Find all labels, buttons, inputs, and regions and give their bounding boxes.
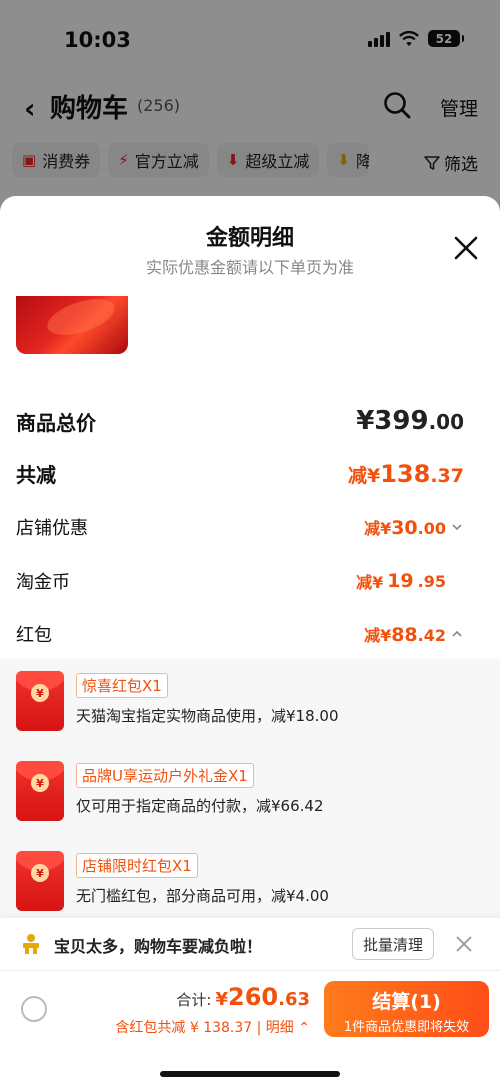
total-amount: 合计: ¥260.63 xyxy=(176,983,310,1011)
total-price-label: 商品总价 xyxy=(16,410,96,435)
row-total-price: 商品总价 ¥399.00 xyxy=(16,406,464,436)
red-packet-icon: ¥ xyxy=(16,671,64,731)
sheet-subtitle: 实际优惠金额请以下单页为准 xyxy=(145,258,354,277)
close-icon[interactable] xyxy=(452,234,480,262)
total-reduce-label: 共减 xyxy=(16,463,56,487)
chevron-up-icon: ⌃ xyxy=(298,1020,310,1036)
row-taojinbi: 淘金币 减¥ 19.95 xyxy=(16,568,464,594)
list-item: ¥ 惊喜红包X1 天猫淘宝指定实物商品使用，减¥18.00 xyxy=(16,671,476,751)
chevron-up-icon xyxy=(452,630,462,637)
taojinbi-label: 淘金币 xyxy=(16,572,70,593)
product-thumbnail[interactable] xyxy=(16,296,128,354)
list-item: ¥ 品牌U享运动户外礼金X1 仅可用于指定商品的付款，减¥66.42 xyxy=(16,761,476,841)
hongbao-value: 减¥88.42 xyxy=(364,622,464,646)
batch-clean-button[interactable]: 批量清理 xyxy=(352,928,434,960)
total-price-value: ¥399.00 xyxy=(356,406,464,436)
red-packet-tag: 店铺限时红包X1 xyxy=(76,853,198,878)
total-reduce-value: 减¥138.37 xyxy=(347,459,464,488)
home-indicator xyxy=(160,1071,340,1077)
row-hongbao[interactable]: 红包 减¥88.42 xyxy=(16,621,464,647)
checkout-button[interactable]: 结算(1) 1件商品优惠即将失效 xyxy=(324,981,489,1037)
red-packet-desc: 无门槛红包，部分商品可用，减¥4.00 xyxy=(76,887,329,905)
red-packet-icon: ¥ xyxy=(16,851,64,911)
chevron-down-icon xyxy=(452,524,462,531)
broom-icon xyxy=(23,934,39,954)
row-store-discount[interactable]: 店铺优惠 减¥30.00 xyxy=(16,514,464,540)
detail-toggle[interactable]: 含红包共减 ¥ 138.37 | 明细 ⌃ xyxy=(115,1017,310,1037)
red-packet-list: ¥ 惊喜红包X1 天猫淘宝指定实物商品使用，减¥18.00 ¥ 品牌U享运动户外… xyxy=(0,659,500,919)
taojinbi-value: 减¥ 19.95 xyxy=(356,570,446,592)
red-packet-desc: 仅可用于指定商品的付款，减¥66.42 xyxy=(76,797,324,815)
banner-text: 宝贝太多，购物车要减负啦！ xyxy=(54,937,263,956)
store-discount-value: 减¥30.00 xyxy=(364,515,464,539)
sheet-title: 金额明细 xyxy=(205,226,294,251)
red-packet-icon: ¥ xyxy=(16,761,64,821)
red-packet-tag: 品牌U享运动户外礼金X1 xyxy=(76,763,254,788)
red-packet-tag: 惊喜红包X1 xyxy=(76,673,168,698)
hongbao-label: 红包 xyxy=(16,625,52,646)
store-discount-label: 店铺优惠 xyxy=(16,518,88,539)
red-packet-desc: 天猫淘宝指定实物商品使用，减¥18.00 xyxy=(76,707,339,725)
select-all-radio[interactable] xyxy=(21,996,47,1022)
close-icon[interactable] xyxy=(454,934,474,954)
checkout-bar: 合计: ¥260.63 含红包共减 ¥ 138.37 | 明细 ⌃ 结算(1) … xyxy=(0,970,500,1087)
row-total-reduce: 共减 减¥138.37 xyxy=(16,459,464,488)
cleanup-banner: 宝贝太多，购物车要减负啦！ 批量清理 xyxy=(0,918,500,970)
